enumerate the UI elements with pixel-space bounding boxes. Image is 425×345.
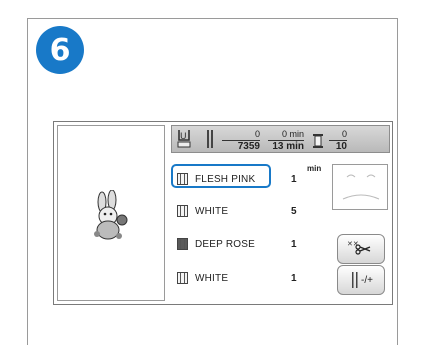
color-name: WHITE xyxy=(195,272,229,284)
color-counter: 0 10 xyxy=(329,129,347,153)
color-row[interactable]: DEEP ROSE 1 xyxy=(171,229,321,259)
color-qty: 1 xyxy=(291,238,297,250)
color-row[interactable]: WHITE 1 xyxy=(171,263,321,293)
color-qty: 1 xyxy=(291,272,297,284)
color-name: DEEP ROSE xyxy=(195,238,255,250)
stitch-outline-icon xyxy=(342,174,380,200)
thread-tension-icon xyxy=(352,272,358,288)
thread-cut-icon: ✕✕ xyxy=(347,240,371,255)
needle-icon xyxy=(207,130,213,148)
stitch-current: 0 xyxy=(222,129,260,141)
svg-text:✕✕: ✕✕ xyxy=(347,240,359,248)
time-total: 13 min xyxy=(272,141,304,152)
color-current: 0 xyxy=(329,129,347,141)
time-counter: 0 min 13 min xyxy=(268,129,304,153)
presser-foot-icon: U xyxy=(177,130,191,148)
thread-swatch-icon xyxy=(177,173,188,185)
qty-unit: min xyxy=(307,164,322,173)
thread-swatch-icon xyxy=(177,205,188,217)
stitch-preview-thumbnail xyxy=(332,164,388,210)
color-qty: 5 xyxy=(291,205,297,217)
tension-label: -/+ xyxy=(361,274,373,286)
stitch-counter: 0 7359 xyxy=(222,129,260,153)
thread-swatch-icon xyxy=(177,238,188,250)
thread-spool-icon xyxy=(313,134,323,148)
status-bar: U 0 7359 0 min 13 min 0 10 xyxy=(171,125,390,153)
color-name: WHITE xyxy=(195,205,229,217)
svg-text:U: U xyxy=(180,132,187,142)
stitch-total: 7359 xyxy=(237,141,260,152)
thread-swatch-icon xyxy=(177,272,188,284)
design-preview xyxy=(57,125,165,301)
thread-cut-button[interactable]: ✕✕ xyxy=(337,234,385,264)
color-row[interactable]: WHITE 5 xyxy=(171,196,321,226)
time-current: 0 min xyxy=(268,129,304,141)
color-qty: 1 xyxy=(291,173,297,185)
rabbit-design-icon xyxy=(94,190,128,240)
step-badge: 6 xyxy=(36,26,84,74)
embroidery-screen: U 0 7359 0 min 13 min 0 10 FLESH PINK 1 xyxy=(53,121,393,305)
color-total: 10 xyxy=(335,141,347,152)
thread-tension-button[interactable]: -/+ xyxy=(337,265,385,295)
color-row-selected[interactable]: FLESH PINK 1 min xyxy=(171,164,321,194)
